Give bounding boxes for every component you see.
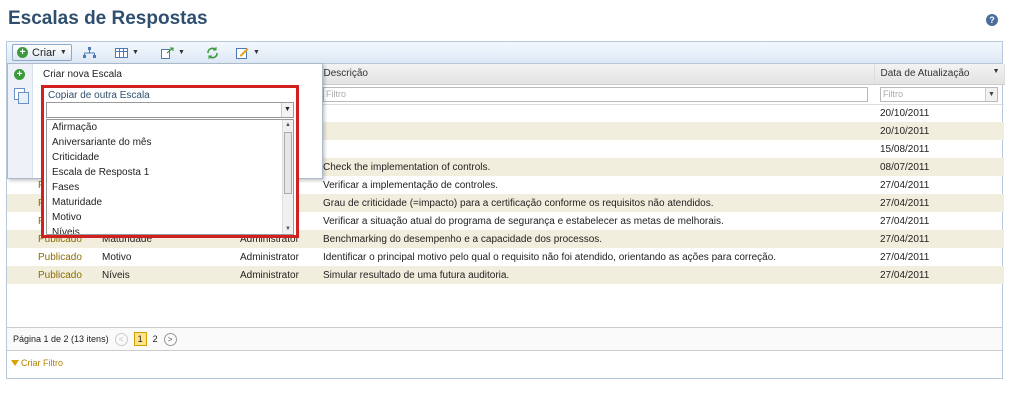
- add-icon: +: [14, 69, 25, 80]
- filter-data-select[interactable]: Filtro ▼: [880, 86, 998, 102]
- descricao-cell: Grau de criticidade (=impacto) para a ce…: [317, 194, 874, 212]
- descricao-cell: [317, 122, 874, 140]
- descricao-cell: Simular resultado de uma futura auditori…: [317, 266, 874, 284]
- descricao-cell: [317, 140, 874, 158]
- filter-icon: [11, 360, 19, 366]
- menu-item-criar-nova[interactable]: Criar nova Escala: [43, 69, 122, 80]
- chevron-down-icon: ▼: [253, 49, 260, 56]
- copy-scale-label: Copiar de outra Escala: [48, 90, 150, 101]
- next-page-button[interactable]: >: [163, 332, 177, 346]
- hierarchy-button[interactable]: [79, 44, 100, 61]
- data-cell: 20/10/2011: [874, 122, 1004, 140]
- scale-option[interactable]: Fases: [52, 182, 79, 193]
- scale-option[interactable]: Escala de Resposta 1: [52, 167, 149, 178]
- table-row[interactable]: Publicado Níveis Administrator Simular resu…: [7, 266, 1004, 284]
- columns-icon: [115, 47, 128, 58]
- data-cell: 27/04/2011: [874, 266, 1004, 284]
- nome-cell: Motivo: [102, 251, 132, 263]
- filter-descricao-input[interactable]: Filtro: [323, 86, 868, 102]
- help-icon[interactable]: ?: [986, 14, 998, 26]
- data-cell: 27/04/2011: [874, 230, 1004, 248]
- current-page[interactable]: 1: [133, 332, 147, 346]
- edit-button[interactable]: ▼: [232, 44, 264, 61]
- row-icon-cell: [7, 266, 32, 284]
- descricao-cell: Check the implementation of controls.: [317, 158, 874, 176]
- chevron-down-icon: ▼: [132, 49, 139, 56]
- scrollbar[interactable]: ▲ ▼: [282, 120, 293, 234]
- copy-scale-select[interactable]: ▼: [46, 102, 294, 118]
- descricao-cell: [317, 104, 874, 122]
- chevron-down-icon: ▼: [59, 49, 67, 56]
- autor-cell: Administrator: [234, 266, 317, 284]
- data-cell: 27/04/2011: [880, 179, 930, 191]
- copy-icon: [14, 88, 29, 104]
- row-icon-cell: [7, 248, 32, 266]
- refresh-button[interactable]: [202, 44, 223, 61]
- page-title: Escalas de Respostas: [8, 8, 208, 29]
- scale-option[interactable]: Maturidade: [52, 197, 102, 208]
- column-header-data-label: Data de Atualização: [880, 68, 970, 80]
- data-cell: 27/04/2011: [880, 215, 930, 227]
- chevron-down-icon: ▼: [281, 103, 293, 117]
- scale-option[interactable]: Aniversariante do mês: [52, 137, 152, 148]
- descricao-cell: Verificar a situação atual do programa d…: [323, 215, 724, 227]
- page-2-link[interactable]: 2: [153, 334, 158, 344]
- add-icon: +: [17, 47, 28, 58]
- scale-option[interactable]: Criticidade: [52, 152, 99, 163]
- column-header-descricao[interactable]: Descrição: [317, 64, 875, 85]
- autor-cell: Administrator: [240, 251, 299, 263]
- filter-placeholder: Filtro: [883, 88, 903, 99]
- table-row[interactable]: Publicado Motivo Administrator Identificar …: [7, 248, 1004, 266]
- status-cell: Publicado: [38, 251, 82, 263]
- data-cell: 20/10/2011: [880, 107, 930, 119]
- page-summary: Página 1 de 2 (13 itens): [13, 334, 109, 344]
- scale-options-list[interactable]: Afirmação Aniversariante do mês Criticidad…: [46, 119, 294, 235]
- hierarchy-icon: [83, 46, 96, 58]
- columns-button[interactable]: ▼: [111, 44, 143, 61]
- data-cell: 08/07/2011: [874, 158, 1004, 176]
- copy-scale-panel: Copiar de outra Escala ▼ Afirmação Aniver…: [41, 85, 299, 238]
- menu-icon-strip: +: [8, 64, 33, 178]
- edit-icon: [236, 47, 249, 59]
- row-icon-cell: [7, 212, 32, 230]
- chevron-down-icon: ▼: [985, 87, 997, 101]
- row-icon-cell: [7, 230, 32, 248]
- descricao-cell: Benchmarking do desempenho e a capacidad…: [317, 230, 874, 248]
- toolbar: + Criar ▼ ▼ ▼ ▼: [7, 42, 1002, 64]
- data-cell: 15/08/2011: [880, 143, 930, 155]
- scale-option[interactable]: Níveis: [52, 227, 80, 234]
- row-icon-cell: [7, 194, 32, 212]
- criar-button[interactable]: + Criar ▼: [12, 44, 72, 61]
- nome-cell: Níveis: [96, 266, 234, 284]
- criar-label: Criar: [32, 46, 56, 59]
- descricao-cell: Identificar o principal motivo pelo qual…: [323, 251, 777, 263]
- data-cell: 27/04/2011: [874, 194, 1004, 212]
- data-cell: 27/04/2011: [880, 251, 930, 263]
- chevron-down-icon: ▼: [178, 49, 185, 56]
- scale-option[interactable]: Motivo: [52, 212, 81, 223]
- export-icon: [161, 47, 174, 59]
- scroll-up-icon[interactable]: ▲: [283, 120, 293, 130]
- column-header-data[interactable]: Data de Atualização ▼: [874, 64, 1005, 85]
- descricao-cell: Verificar a implementação de controles.: [323, 179, 499, 191]
- criar-filtro-label: Criar Filtro: [21, 358, 63, 368]
- scroll-down-icon[interactable]: ▼: [283, 224, 293, 234]
- criar-filtro-link[interactable]: Criar Filtro: [11, 358, 63, 368]
- pagination: Página 1 de 2 (13 itens) < 1 2 >: [7, 327, 1002, 351]
- refresh-icon: [207, 46, 218, 59]
- chevron-down-icon[interactable]: ▼: [993, 68, 1000, 75]
- status-cell: Publicado: [32, 266, 96, 284]
- scroll-thumb[interactable]: [284, 132, 292, 194]
- prev-page-button[interactable]: <: [114, 332, 128, 346]
- scale-option[interactable]: Afirmação: [52, 122, 97, 133]
- export-button[interactable]: ▼: [157, 44, 189, 61]
